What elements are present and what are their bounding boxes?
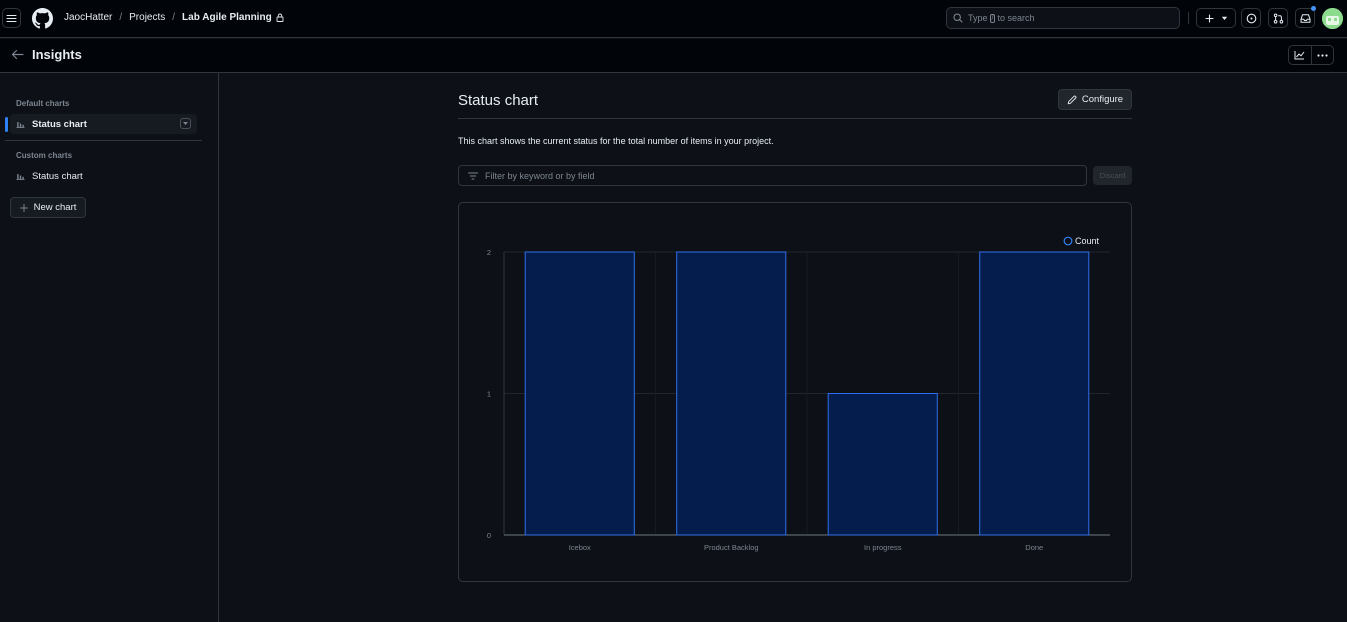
title-divider [458,118,1132,119]
create-new-button[interactable] [1196,8,1236,28]
custom-charts-heading: Custom charts [16,151,73,160]
graph-icon [1294,50,1305,60]
y-tick-label: 1 [487,390,491,399]
filter-placeholder: Filter by keyword or by field [485,170,595,181]
breadcrumb-separator: / [172,12,176,23]
sidebar-item-default-status-chart[interactable]: Status chart [10,114,197,134]
inbox-button[interactable] [1295,8,1315,28]
pull-requests-button[interactable] [1268,8,1288,28]
active-indicator [5,117,8,132]
menu-icon[interactable] [2,8,21,28]
chart-container: 0 1 2 Icebox Product Backlog In progress Done… [458,202,1132,582]
discard-button[interactable]: Discard [1093,166,1132,185]
bar [979,251,1090,536]
divider [1188,12,1189,24]
inbox-icon [1300,13,1311,24]
new-chart-button[interactable]: New chart [10,197,86,218]
breadcrumb: JaocHatter / Projects / Lab Agile Planni… [64,12,284,23]
new-chart-label: New chart [33,202,77,213]
bar [676,251,787,536]
search-suffix: to search [997,13,1035,23]
bar-chart-icon [16,120,25,128]
view-options-group [1288,45,1334,65]
git-pull-request-icon [1273,13,1284,24]
breadcrumb-project[interactable]: Lab Agile Planning [182,12,272,23]
filter-icon [468,172,478,180]
kebab-horizontal-icon [1317,53,1328,57]
default-charts-heading: Default charts [16,99,70,108]
chart-options-button[interactable] [180,118,191,129]
configure-button[interactable]: Configure [1058,89,1132,110]
pencil-icon [1067,95,1077,105]
sidebar-item-custom-status-chart[interactable]: Status chart [10,166,197,186]
status-bar-chart: 0 1 2 Icebox Product Backlog In progress Done… [487,236,1110,552]
y-tick-label: 2 [487,248,491,257]
sidebar-item-label: Status chart [32,170,83,182]
arrow-left-icon[interactable] [10,47,25,62]
page-header: Insights [0,39,1347,73]
chart-title: Status chart [458,92,539,109]
search-prefix: Type [968,13,988,23]
triangle-down-icon [183,122,188,125]
legend-label: Count [1075,236,1100,246]
page-title: Insights [32,47,82,62]
sidebar-item-label: Status chart [32,118,87,130]
plus-icon [19,203,28,212]
top-navigation-bar: JaocHatter / Projects / Lab Agile Planni… [0,0,1347,38]
issues-button[interactable] [1241,8,1261,28]
issue-opened-icon [1246,13,1257,24]
search-icon [953,13,963,23]
sidebar-divider [5,140,202,141]
bar-chart-icon [16,172,25,180]
github-logo-icon[interactable] [32,8,53,29]
plus-icon [1204,13,1214,23]
breadcrumb-separator: / [119,12,123,23]
search-shortcut-key: / [989,13,996,23]
y-tick-label: 0 [487,531,491,540]
breadcrumb-projects[interactable]: Projects [129,12,165,23]
more-options-button[interactable] [1310,46,1334,64]
x-tick-label: Done [1025,543,1043,552]
legend-marker [1063,236,1073,246]
x-tick-label: Icebox [569,543,591,552]
configure-label: Configure [1081,94,1124,105]
x-tick-label: In progress [864,543,902,552]
bar [524,251,635,536]
notification-dot [1311,6,1316,11]
search-input[interactable]: Type / to search [946,7,1180,29]
chart-description: This chart shows the current status for … [458,136,774,146]
lock-icon [276,13,284,22]
filter-input[interactable]: Filter by keyword or by field [458,165,1087,186]
triangle-down-icon [1221,16,1228,21]
breadcrumb-owner[interactable]: JaocHatter [64,12,112,23]
bar [827,393,938,536]
graph-button[interactable] [1289,46,1311,64]
avatar[interactable] [1322,8,1343,29]
x-tick-label: Product Backlog [704,543,759,552]
